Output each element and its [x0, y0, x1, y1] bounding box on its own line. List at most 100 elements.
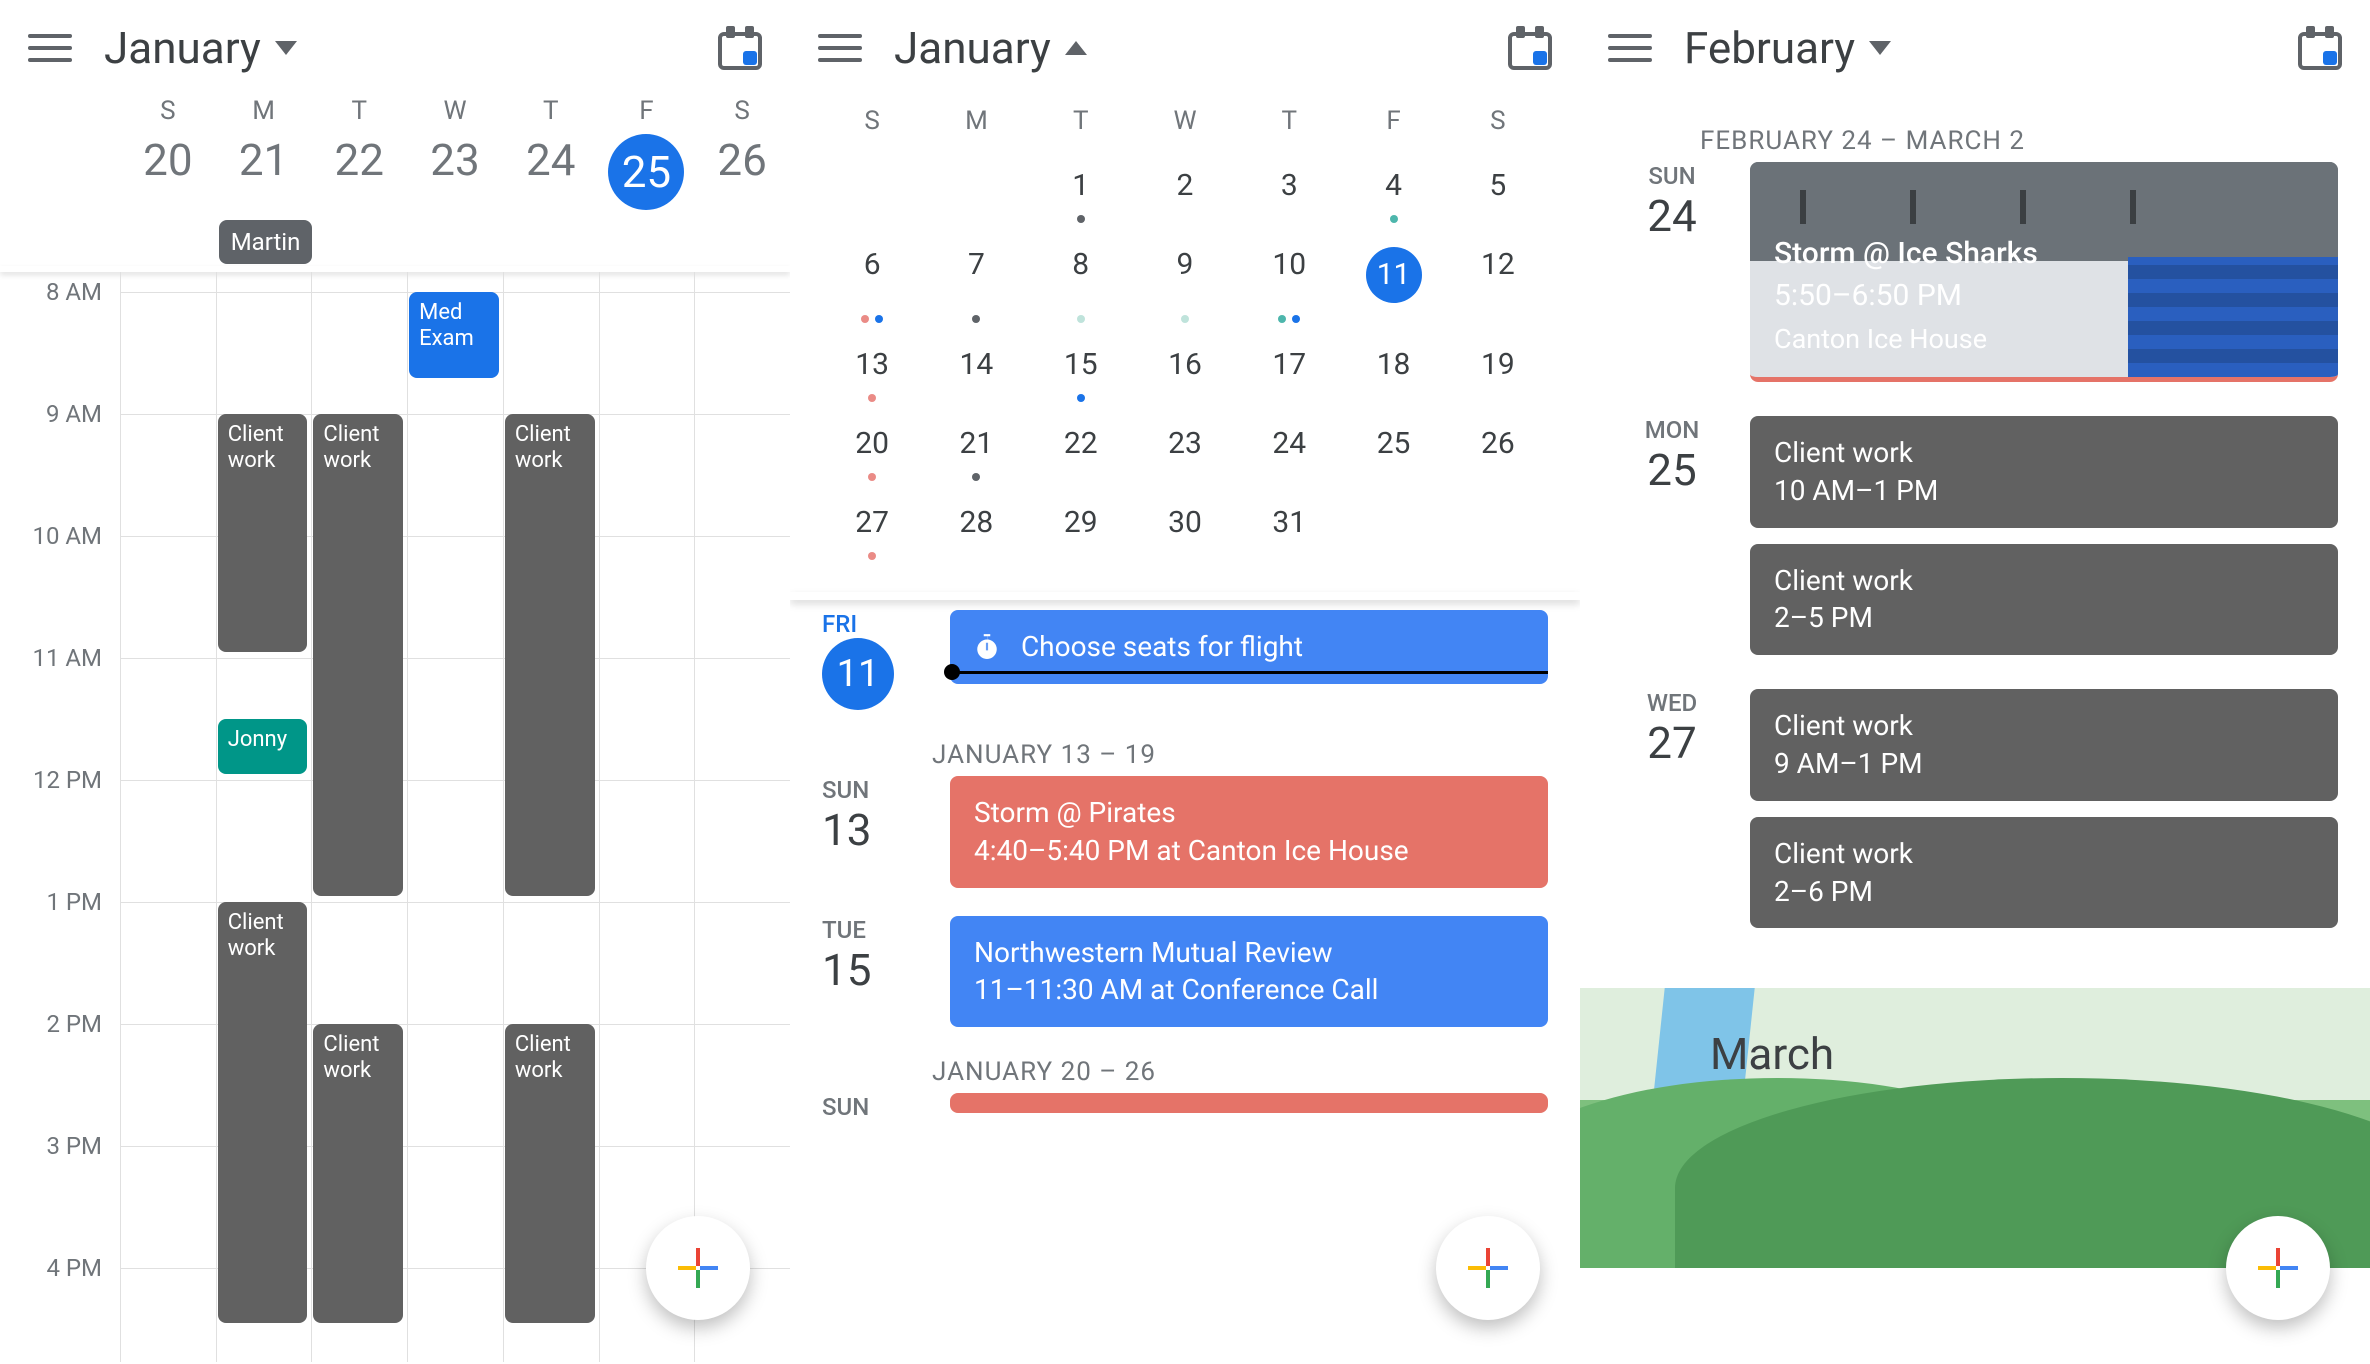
- dow-label: S: [120, 96, 216, 126]
- today-icon[interactable]: [2298, 26, 2342, 70]
- calendar-event[interactable]: Client work: [505, 414, 595, 896]
- today-icon[interactable]: [718, 26, 762, 70]
- month-selector[interactable]: January: [894, 22, 1087, 74]
- day-number: 20: [120, 134, 216, 186]
- day-number: 23: [407, 134, 503, 186]
- dow-label: T: [503, 96, 599, 126]
- week-view-panel: January SMTWTFS 20212223242526 Martin 8 …: [0, 0, 790, 1364]
- menu-icon[interactable]: [818, 26, 862, 70]
- day-column[interactable]: 22: [311, 134, 407, 210]
- mini-month[interactable]: SMTWTFS 12345678910111213141516171819202…: [790, 96, 1580, 592]
- create-event-fab[interactable]: [2226, 1216, 2330, 1320]
- mini-day[interactable]: 22: [1029, 416, 1133, 495]
- mini-day[interactable]: 19: [1446, 337, 1550, 416]
- event-sub: 11–11:30 AM at Conference Call: [974, 971, 1524, 1009]
- calendar-event[interactable]: Med Exam: [409, 292, 499, 378]
- day-column[interactable]: 21: [216, 134, 312, 210]
- event-card[interactable]: Client work 10 AM–1 PM: [1750, 416, 2338, 528]
- mini-day[interactable]: 23: [1133, 416, 1237, 495]
- create-event-fab[interactable]: [646, 1216, 750, 1320]
- mini-dow: T: [1029, 96, 1133, 158]
- mini-day[interactable]: 29: [1029, 495, 1133, 574]
- calendar-event[interactable]: Client work: [218, 902, 308, 1323]
- event-card[interactable]: Storm @ Pirates 4:40–5:40 PM at Canton I…: [950, 776, 1548, 888]
- calendar-event[interactable]: Client work: [218, 414, 308, 652]
- mini-day[interactable]: 9: [1133, 237, 1237, 337]
- event-time: 2–6 PM: [1774, 873, 2314, 911]
- mini-day[interactable]: 6: [820, 237, 924, 337]
- calendar-event[interactable]: Jonny: [218, 719, 308, 774]
- mini-day[interactable]: 16: [1133, 337, 1237, 416]
- month-selector[interactable]: February: [1684, 22, 1891, 74]
- event-time: 9 AM–1 PM: [1774, 745, 2314, 783]
- month-selector[interactable]: January: [104, 22, 297, 74]
- day-column[interactable]: 24: [503, 134, 599, 210]
- day-number: 22: [311, 134, 407, 186]
- mini-day[interactable]: 15: [1029, 337, 1133, 416]
- header: January: [790, 0, 1580, 96]
- calendar-event[interactable]: Client work: [313, 414, 403, 896]
- mini-day[interactable]: 31: [1237, 495, 1341, 574]
- mini-day[interactable]: 26: [1446, 416, 1550, 495]
- dow-label: M: [216, 96, 312, 126]
- day-number: 25: [608, 134, 684, 210]
- day-num: 27: [1612, 717, 1732, 769]
- day-column[interactable]: 25: [599, 134, 695, 210]
- mini-dow: M: [924, 96, 1028, 158]
- mini-day[interactable]: 5: [1446, 158, 1550, 237]
- event-card[interactable]: Northwestern Mutual Review 11–11:30 AM a…: [950, 916, 1548, 1028]
- hour-grid[interactable]: 8 AM9 AM10 AM11 AM12 PM1 PM2 PM3 PM4 PM …: [0, 272, 790, 1362]
- event-photo-card[interactable]: Storm @ Ice Sharks 5:50–6:50 PM Canton I…: [1750, 162, 2338, 382]
- event-card[interactable]: Client work 9 AM–1 PM: [1750, 689, 2338, 801]
- event-title: Client work: [1774, 835, 2314, 873]
- mini-day[interactable]: 12: [1446, 237, 1550, 337]
- day-column[interactable]: 23: [407, 134, 503, 210]
- calendar-event[interactable]: Client work: [313, 1024, 403, 1323]
- create-event-fab[interactable]: [1436, 1216, 1540, 1320]
- event-card-peek[interactable]: [950, 1093, 1548, 1113]
- all-day-event[interactable]: Martin: [219, 220, 313, 264]
- day-column[interactable]: 20: [120, 134, 216, 210]
- day-column[interactable]: 26: [694, 134, 790, 210]
- event-time: 5:50–6:50 PM: [1774, 278, 1962, 313]
- dow-label: SUN: [1612, 162, 1732, 190]
- mini-day[interactable]: 7: [924, 237, 1028, 337]
- mini-day[interactable]: 1: [1029, 158, 1133, 237]
- mini-day[interactable]: 2: [1133, 158, 1237, 237]
- calendar-event[interactable]: Client work: [505, 1024, 595, 1323]
- mini-day[interactable]: 24: [1237, 416, 1341, 495]
- dow-label: S: [694, 96, 790, 126]
- mini-day[interactable]: 30: [1133, 495, 1237, 574]
- menu-icon[interactable]: [28, 26, 72, 70]
- mini-day[interactable]: 8: [1029, 237, 1133, 337]
- mini-day[interactable]: 27: [820, 495, 924, 574]
- schedule-list[interactable]: FRI 11 Choose seats for flight JANUARY 1…: [790, 610, 1580, 1121]
- mini-day: [1446, 495, 1550, 574]
- mini-dow: S: [820, 96, 924, 158]
- mini-dow: S: [1446, 96, 1550, 158]
- mini-day[interactable]: 28: [924, 495, 1028, 574]
- dow-label: T: [311, 96, 407, 126]
- mini-day[interactable]: 18: [1341, 337, 1445, 416]
- mini-day[interactable]: 20: [820, 416, 924, 495]
- mini-day[interactable]: 4: [1341, 158, 1445, 237]
- menu-icon[interactable]: [1608, 26, 1652, 70]
- day-row: TUE 15 Northwestern Mutual Review 11–11:…: [822, 916, 1548, 1028]
- mini-day[interactable]: 17: [1237, 337, 1341, 416]
- dow-label: WED: [1612, 689, 1732, 717]
- event-card[interactable]: Client work 2–6 PM: [1750, 817, 2338, 929]
- mini-dow: W: [1133, 96, 1237, 158]
- mini-day: [1341, 495, 1445, 574]
- mini-day[interactable]: 3: [1237, 158, 1341, 237]
- mini-day[interactable]: 13: [820, 337, 924, 416]
- event-location: Canton Ice House: [1774, 323, 1987, 355]
- event-card[interactable]: Client work 2–5 PM: [1750, 544, 2338, 656]
- week-range-label: FEBRUARY 24 – MARCH 2: [1700, 126, 2370, 156]
- mini-day[interactable]: 25: [1341, 416, 1445, 495]
- today-icon[interactable]: [1508, 26, 1552, 70]
- mini-day[interactable]: 11: [1341, 237, 1445, 337]
- mini-day[interactable]: 10: [1237, 237, 1341, 337]
- day-num: 15: [822, 944, 932, 996]
- mini-day[interactable]: 14: [924, 337, 1028, 416]
- mini-day[interactable]: 21: [924, 416, 1028, 495]
